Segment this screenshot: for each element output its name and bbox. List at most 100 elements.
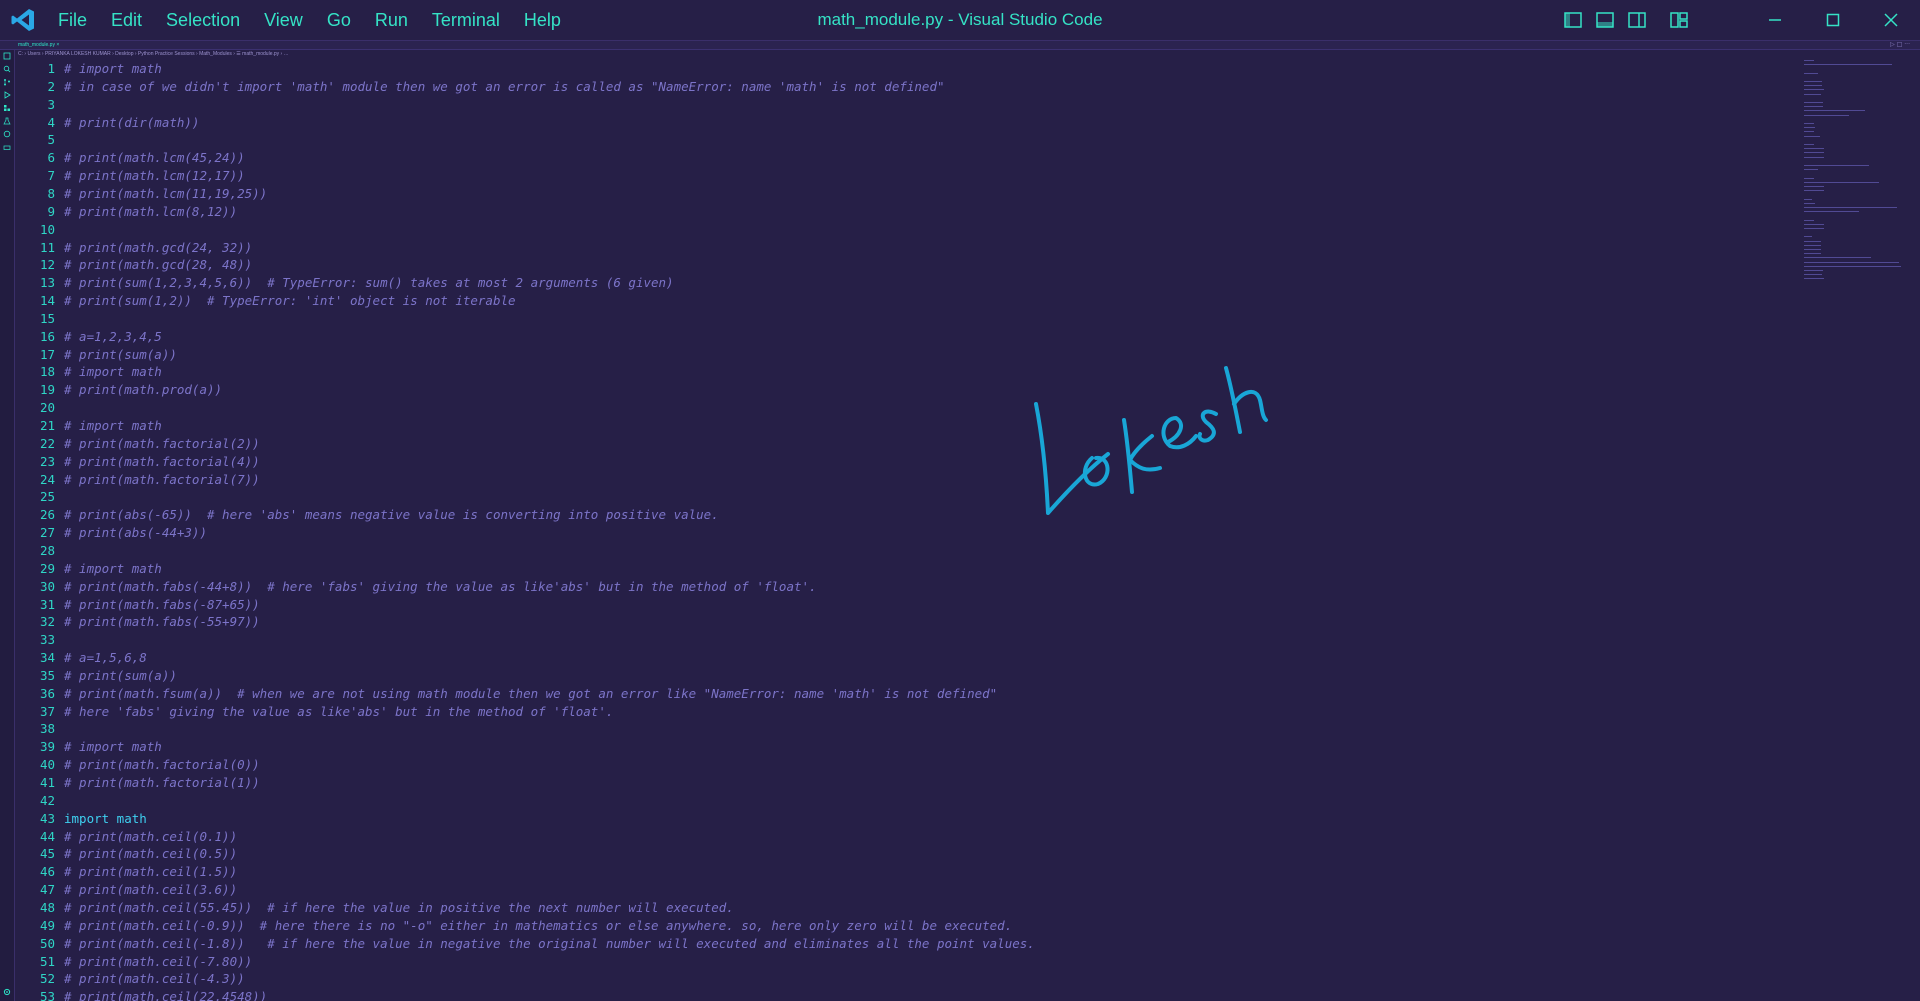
code-line[interactable]: 12 # print(math.gcd(28, 48)): [14, 256, 252, 274]
code-line[interactable]: 20: [14, 399, 64, 417]
menu-run[interactable]: Run: [363, 0, 420, 40]
code-line[interactable]: 35 # print(sum(a)): [14, 667, 177, 685]
code-line[interactable]: 9 # print(math.lcm(8,12)): [14, 203, 237, 221]
vscode-logo-icon[interactable]: [10, 7, 36, 33]
title-bar: File Edit Selection View Go Run Terminal Help m…: [0, 0, 1920, 41]
code-line[interactable]: 3: [14, 96, 64, 114]
code-line[interactable]: 46 # print(math.ceil(1.5)): [14, 863, 237, 881]
menu-selection[interactable]: Selection: [154, 0, 252, 40]
menu-view[interactable]: View: [252, 0, 315, 40]
code-line[interactable]: 4 # print(dir(math)): [14, 114, 199, 132]
line-text: # print(math.ceil(-0.9)) # here there is…: [64, 917, 1013, 933]
run-debug-icon[interactable]: [3, 84, 11, 99]
code-line[interactable]: 51 # print(math.ceil(-7.80)): [14, 953, 252, 971]
code-line[interactable]: 8 # print(math.lcm(11,19,25)): [14, 185, 267, 203]
code-line[interactable]: 52 # print(math.ceil(-4.3)): [14, 970, 245, 988]
code-line[interactable]: 33: [14, 631, 64, 649]
code-line[interactable]: 32 # print(math.fabs(-55+97)): [14, 613, 260, 631]
line-number: 12: [39, 257, 55, 273]
line-text: # print(math.ceil(22.4548)): [64, 989, 268, 1001]
code-line[interactable]: 17 # print(sum(a)): [14, 346, 177, 364]
code-line[interactable]: 6 # print(math.lcm(45,24)): [14, 149, 244, 167]
code-line[interactable]: 50 # print(math.ceil(-1.8)) # if here the…: [14, 935, 1035, 953]
code-line[interactable]: 45 # print(math.ceil(0.5)): [14, 845, 237, 863]
extensions-icon[interactable]: [3, 97, 11, 111]
code-line[interactable]: 34 # a=1,5,6,8: [14, 649, 147, 667]
line-text: # print(math.fabs(-44+8)) # here 'fabs' …: [64, 578, 817, 594]
code-line[interactable]: 29 # import math: [14, 560, 162, 578]
code-line[interactable]: 31 # print(math.fabs(-87+65)): [14, 596, 260, 614]
minimize-icon[interactable]: [1746, 0, 1804, 40]
code-line[interactable]: 40 # print(math.factorial(0)): [14, 756, 260, 774]
code-line[interactable]: 39 # import math: [14, 738, 162, 756]
code-line[interactable]: 5: [14, 131, 64, 149]
code-line[interactable]: 22 # print(math.factorial(2)): [14, 435, 260, 453]
line-number: 45: [39, 846, 55, 862]
toggle-panel-icon[interactable]: [1594, 9, 1616, 31]
minimap-line: [1804, 278, 1825, 280]
menu-terminal[interactable]: Terminal: [420, 0, 512, 40]
minimap-line: [1804, 64, 1892, 66]
line-text: # print(math.fsum(a)) # when we are not …: [64, 685, 998, 701]
code-line[interactable]: 47 # print(math.ceil(3.6)): [14, 881, 237, 899]
search-icon[interactable]: [3, 58, 11, 73]
code-line[interactable]: 15: [14, 310, 64, 328]
menu-help[interactable]: Help: [512, 0, 573, 40]
toggle-secondary-sidebar-icon[interactable]: [1626, 9, 1648, 31]
code-line[interactable]: 37 # here 'fabs' giving the value as like…: [14, 703, 613, 721]
code-line[interactable]: 1 # import math: [14, 60, 161, 78]
code-line[interactable]: 10: [14, 221, 64, 239]
tab-math-module[interactable]: math_module.py ×: [18, 41, 59, 49]
close-icon[interactable]: [1862, 0, 1920, 40]
code-line[interactable]: 42: [14, 792, 64, 810]
remote-explorer-icon[interactable]: [3, 123, 11, 138]
breadcrumb[interactable]: C: › Users › PRIYANKA LOKESH KUMAR › Des…: [18, 50, 289, 58]
code-line[interactable]: 41 # print(math.factorial(1)): [14, 774, 260, 792]
code-line[interactable]: 18 # import math: [14, 363, 162, 381]
testing-icon[interactable]: [3, 110, 11, 125]
code-line[interactable]: 53 # print(math.ceil(22.4548)): [14, 988, 267, 1001]
maximize-icon[interactable]: [1804, 0, 1862, 40]
code-line[interactable]: 27 # print(abs(-44+3)): [14, 524, 207, 542]
menu-edit[interactable]: Edit: [99, 0, 154, 40]
editor-actions[interactable]: ▷ □ ···: [1890, 41, 1910, 49]
toggle-primary-sidebar-icon[interactable]: [1562, 9, 1584, 31]
line-text: # print(math.gcd(24, 32)): [64, 239, 253, 255]
code-line[interactable]: 23 # print(math.factorial(4)): [14, 453, 260, 471]
code-line[interactable]: 19 # print(math.prod(a)): [14, 381, 222, 399]
code-line[interactable]: 13 # print(sum(1,2,3,4,5,6)) # TypeError:…: [14, 274, 674, 292]
line-text: # import math: [64, 418, 162, 433]
code-line[interactable]: 36 # print(math.fsum(a)) # when we are no…: [14, 685, 997, 703]
code-line[interactable]: 24 # print(math.factorial(7)): [14, 471, 260, 489]
source-control-icon[interactable]: [3, 71, 11, 86]
code-line[interactable]: 25: [14, 488, 64, 506]
code-line[interactable]: 21 # import math: [14, 417, 162, 435]
code-line[interactable]: 7 # print(math.lcm(12,17)): [14, 167, 244, 185]
code-line[interactable]: 11 # print(math.gcd(24, 32)): [14, 239, 252, 257]
docker-icon[interactable]: [3, 136, 11, 150]
code-line[interactable]: 49 # print(math.ceil(-0.9)) # here there …: [14, 917, 1012, 935]
minimap-line: [1804, 249, 1822, 250]
code-line[interactable]: 16 # a=1,2,3,4,5: [14, 328, 162, 346]
code-line[interactable]: 43 import math: [14, 810, 147, 828]
minimap-line: [1804, 219, 1814, 221]
customize-layout-icon[interactable]: [1668, 9, 1690, 31]
code-line[interactable]: 44 # print(math.ceil(0.1)): [14, 828, 237, 846]
code-editor[interactable]: 1 # import math 2 # in case of we didn't im…: [14, 60, 1794, 1001]
line-number: 34: [39, 650, 55, 666]
menu-go[interactable]: Go: [315, 0, 363, 40]
line-number: 21: [39, 418, 55, 433]
line-number: 35: [39, 667, 55, 683]
menu-file[interactable]: File: [46, 0, 99, 40]
code-line[interactable]: 48 # print(math.ceil(55.45)) # if here th…: [14, 899, 734, 917]
minimap-line: [1804, 207, 1897, 208]
code-line[interactable]: 28: [14, 542, 64, 560]
code-line[interactable]: 30 # print(math.fabs(-44+8)) # here 'fabs…: [14, 578, 817, 596]
line-text: # print(math.fabs(-55+97)): [64, 614, 260, 630]
code-line[interactable]: 26 # print(abs(-65)) # here 'abs' means n…: [14, 506, 719, 524]
code-line[interactable]: 2 # in case of we didn't import 'math' mo…: [14, 78, 944, 96]
minimap[interactable]: [1800, 58, 1920, 328]
settings-gear-icon[interactable]: [3, 981, 11, 996]
code-line[interactable]: 14 # print(sum(1,2)) # TypeError: 'int' o…: [14, 292, 516, 310]
code-line[interactable]: 38: [14, 720, 64, 738]
